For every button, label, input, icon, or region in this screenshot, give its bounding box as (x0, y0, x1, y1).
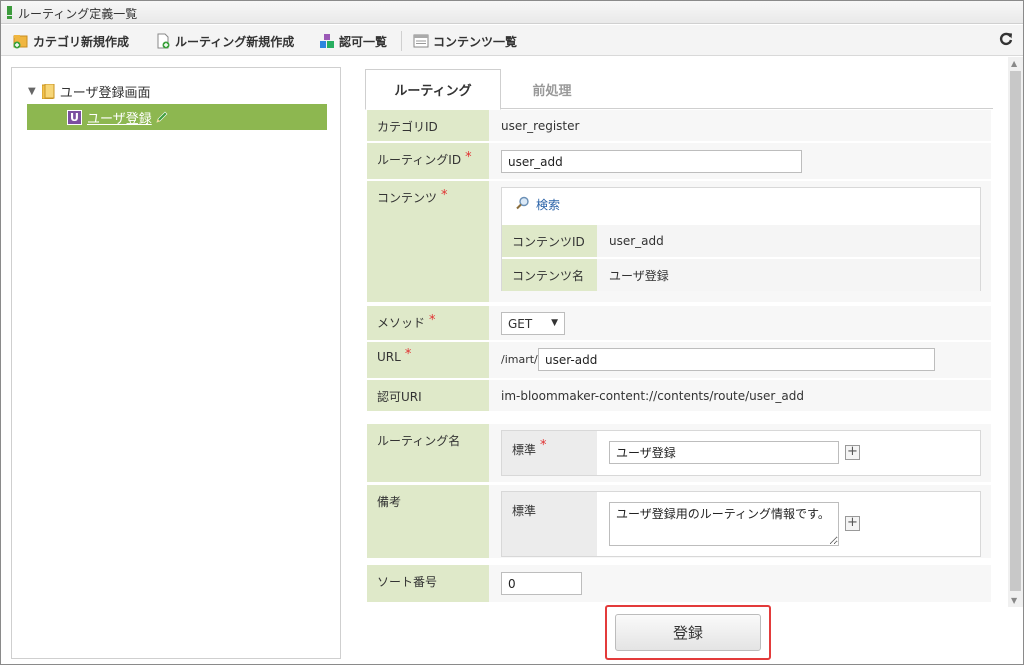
category-id-row: カテゴリID user_register (367, 110, 991, 141)
tree-root-label: ユーザ登録画面 (59, 86, 151, 101)
content-search-link[interactable]: 検索 (516, 196, 560, 213)
required-mark: * (540, 438, 547, 453)
remarks-textarea[interactable]: ユーザ登録用のルーティング情報です。 (609, 502, 839, 546)
content-label: コンテンツ (377, 191, 438, 205)
routing-name-locale-cell: 標準 * (502, 431, 597, 475)
tab-preprocess[interactable]: 前処理 (502, 69, 602, 110)
content-name-subrow: コンテンツ名 ユーザ登録 (502, 259, 980, 291)
routing-name-row: ルーティング名 標準* + (367, 424, 991, 482)
required-mark: * (465, 150, 472, 165)
content-id-value: user_add (609, 234, 664, 248)
routing-name-label: ルーティング名 (367, 424, 489, 482)
content-list-label: コンテンツ一覧 (433, 34, 518, 49)
method-label: メソッド (377, 316, 426, 330)
scrollbar-thumb[interactable] (1010, 71, 1021, 591)
locale-label: 標準 (512, 443, 537, 457)
plus-icon[interactable]: + (845, 516, 860, 531)
list-window-icon (413, 33, 429, 49)
tab-routing[interactable]: ルーティング (365, 69, 501, 110)
required-mark: * (429, 313, 436, 328)
tree-panel: ▼ ユーザ登録画面 U ユーザ登録 (11, 67, 341, 659)
search-label: 検索 (536, 198, 561, 212)
auth-uri-label: 認可URI (367, 380, 489, 411)
url-input[interactable] (538, 348, 935, 371)
routing-name-subrow: 標準* + (502, 431, 980, 475)
new-category-label: カテゴリ新規作成 (33, 34, 130, 49)
sort-no-row: ソート番号 (367, 565, 991, 602)
title-bar: ルーティング定義一覧 (1, 1, 1023, 24)
collapse-arrow-icon[interactable]: ▼ (28, 86, 36, 97)
content-name-value: ユーザ登録 (609, 268, 669, 283)
new-routing-label: ルーティング新規作成 (175, 34, 295, 49)
method-row: メソッド * GET ▼ (367, 306, 991, 340)
main-panel: ルーティング 前処理 カテゴリID user_register ルーティングID… (349, 57, 1007, 664)
method-label-cell: メソッド * (367, 306, 489, 340)
folder-add-icon (13, 33, 29, 49)
page-title: ルーティング定義一覧 (18, 7, 138, 21)
sort-no-label: ソート番号 (367, 565, 489, 602)
method-select[interactable]: GET ▼ (501, 312, 565, 335)
routing-id-label: ルーティングID (377, 153, 462, 167)
remarks-locale-label: 標準 (502, 492, 597, 556)
vertical-scrollbar[interactable]: ▲ ▼ (1008, 57, 1023, 607)
tab-bar: ルーティング 前処理 (365, 69, 993, 110)
submit-highlight: 登録 (605, 605, 771, 660)
remarks-locale-box: 標準 ユーザ登録用のルーティング情報です。 + (501, 491, 981, 557)
toolbar-divider (401, 31, 402, 51)
url-prefix: /imart/ (501, 353, 538, 366)
scroll-down-icon[interactable]: ▼ (1011, 596, 1017, 605)
content-id-label: コンテンツID (502, 225, 597, 257)
method-value: GET (508, 316, 533, 331)
refresh-icon[interactable] (999, 31, 1013, 50)
caret-down-icon: ▼ (551, 318, 558, 328)
routing-id-label-cell: ルーティングID * (367, 143, 489, 179)
url-label-cell: URL * (367, 342, 489, 378)
pencil-icon[interactable] (155, 110, 169, 124)
user-type-icon: U (67, 109, 82, 125)
remarks-row: 備考 標準 ユーザ登録用のルーティング情報です。 + (367, 485, 991, 558)
routing-id-row: ルーティングID * (367, 143, 991, 179)
content-label-cell: コンテンツ * (367, 181, 489, 302)
tree-item-label[interactable]: ユーザ登録 (87, 108, 152, 127)
content-id-subrow: コンテンツID user_add (502, 225, 980, 257)
submit-button[interactable]: 登録 (615, 614, 761, 651)
tree-root-item[interactable]: ▼ ユーザ登録画面 (28, 82, 150, 101)
scroll-up-icon[interactable]: ▲ (1011, 59, 1017, 68)
new-routing-button[interactable]: ルーティング新規作成 (155, 32, 294, 50)
url-row: URL * /imart/ (367, 342, 991, 378)
routing-id-input[interactable] (501, 150, 802, 173)
content-list-button[interactable]: コンテンツ一覧 (413, 32, 517, 50)
content-row: コンテンツ * 検索 コンテンツID user_add コンテンツ名 ユーザ登録 (367, 181, 991, 302)
tree-item-selected[interactable]: U ユーザ登録 (27, 104, 327, 130)
app-window: ルーティング定義一覧 カテゴリ新規作成 ルーティング新規作成 認可一覧 コンテン… (0, 0, 1024, 665)
remarks-subrow: 標準 ユーザ登録用のルーティング情報です。 + (502, 492, 980, 556)
folder-icon (41, 83, 55, 100)
content-name-label: コンテンツ名 (502, 259, 597, 291)
document-add-icon (155, 33, 171, 49)
auth-list-button[interactable]: 認可一覧 (319, 32, 387, 50)
content-selector: 検索 コンテンツID user_add コンテンツ名 ユーザ登録 (501, 187, 981, 291)
routing-name-locale-box: 標準* + (501, 430, 981, 476)
routing-name-input[interactable] (609, 441, 839, 464)
remarks-label: 備考 (367, 485, 489, 558)
toolbar: カテゴリ新規作成 ルーティング新規作成 認可一覧 コンテンツ一覧 (1, 25, 1023, 56)
auth-uri-value: im-bloommaker-content://contents/route/u… (501, 389, 804, 403)
auth-list-label: 認可一覧 (339, 34, 388, 49)
required-mark: * (441, 188, 448, 203)
search-icon (516, 196, 530, 213)
required-mark: * (404, 347, 412, 362)
sort-no-input[interactable] (501, 572, 582, 595)
category-id-label: カテゴリID (367, 110, 489, 141)
new-category-button[interactable]: カテゴリ新規作成 (13, 32, 129, 50)
category-id-value: user_register (501, 119, 580, 133)
exclamation-icon (7, 6, 12, 19)
auth-uri-row: 認可URI im-bloommaker-content://contents/r… (367, 380, 991, 411)
plus-icon[interactable]: + (845, 445, 860, 460)
blocks-icon (319, 33, 335, 49)
url-label: URL (377, 350, 401, 364)
